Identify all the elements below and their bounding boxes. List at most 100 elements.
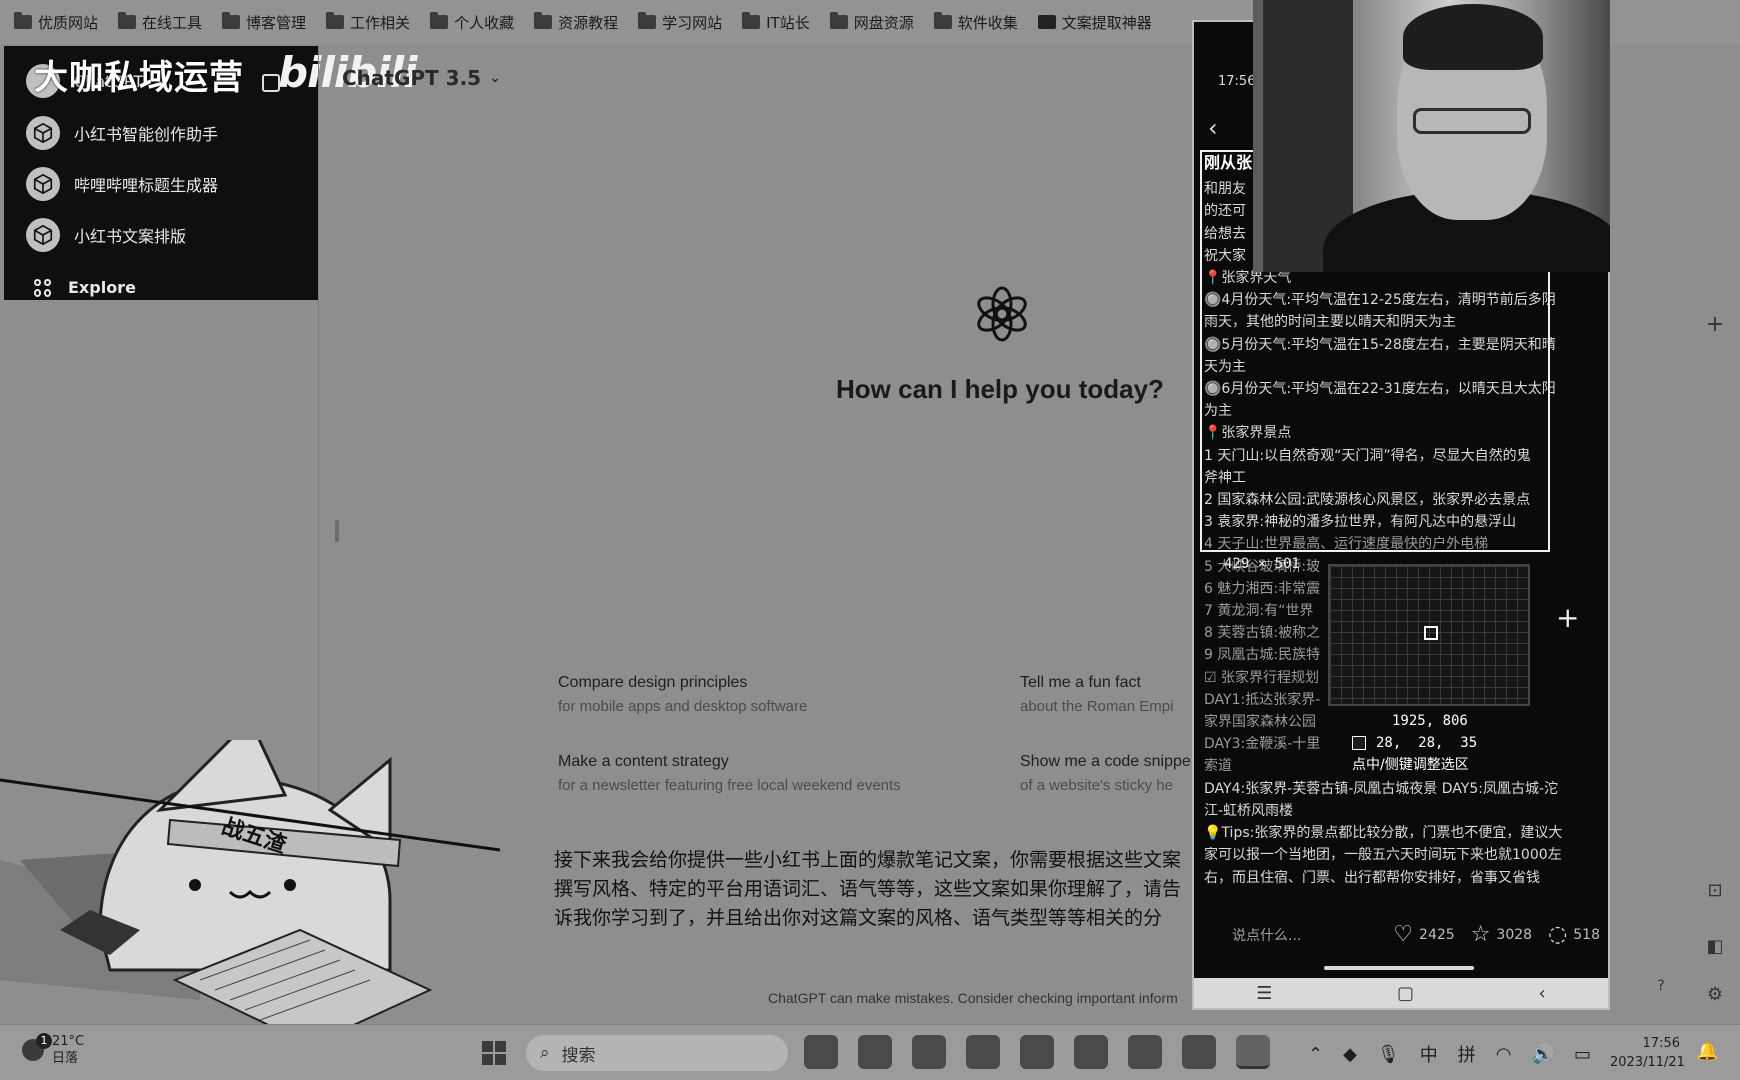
ime-pinyin[interactable]: 拼 bbox=[1458, 1041, 1476, 1067]
sidebar-item-bili-title[interactable]: 哔哩哔哩标题生成器 bbox=[26, 167, 218, 201]
microphone-icon[interactable]: 🎙 bbox=[1377, 1044, 1400, 1065]
suggestion-title: Compare design principles bbox=[558, 674, 748, 691]
bookmark-item[interactable]: 博客管理 bbox=[222, 12, 306, 33]
system-tray: ⌃ ◆ 🎙 中 拼 ◠ 🔊 ▭ bbox=[1308, 1041, 1591, 1067]
bookmark-item[interactable]: IT站长 bbox=[742, 12, 810, 33]
search-placeholder: 搜索 bbox=[561, 1045, 596, 1066]
sidebar-item-xhs-layout[interactable]: 小红书文案排版 bbox=[26, 218, 186, 252]
chevron-down-icon: ⌄ bbox=[489, 70, 501, 86]
edge-browser-icon[interactable] bbox=[1020, 1035, 1054, 1069]
volume-icon[interactable]: 🔊 bbox=[1532, 1044, 1554, 1065]
bookmark-item[interactable]: 学习网站 bbox=[638, 12, 722, 33]
battery-icon[interactable]: ▭ bbox=[1574, 1044, 1591, 1065]
new-chat-icon[interactable] bbox=[262, 74, 280, 92]
suggestion-card[interactable]: Make a content strategy for a newsletter… bbox=[558, 753, 901, 794]
comment-button[interactable]: ◌ 518 bbox=[1548, 922, 1600, 947]
taskbar-clock[interactable]: 17:56 2023/11/21 bbox=[1610, 1034, 1685, 1072]
openai-logo-icon bbox=[977, 286, 1027, 342]
taskbar-app-icon[interactable] bbox=[858, 1035, 892, 1069]
favorite-button[interactable]: ☆ 3028 bbox=[1471, 922, 1532, 947]
model-selector[interactable]: ChatGPT 3.5 ⌄ bbox=[342, 66, 501, 90]
cube-icon bbox=[26, 218, 60, 252]
glasses bbox=[1413, 108, 1531, 134]
weather-widget[interactable]: 1 21°C 日落 bbox=[22, 1033, 84, 1067]
grid-icon bbox=[34, 278, 52, 297]
note-line: DAY4:张家界-芙蓉古镇-凤凰古城夜景 DAY5:凤凰古城-沱 bbox=[1204, 780, 1559, 797]
sidebar-item-xhs-assistant[interactable]: 小红书智能创作助手 bbox=[26, 116, 218, 150]
bookmark-label: IT站长 bbox=[766, 13, 810, 32]
phone-mirror-app-icon[interactable] bbox=[1236, 1035, 1270, 1069]
phone-nav-bar: ☰ ▢ ‹ bbox=[1194, 978, 1608, 1008]
windows-start-icon[interactable] bbox=[482, 1041, 506, 1065]
bookmark-label: 优质网站 bbox=[38, 13, 99, 32]
taskbar-search[interactable]: ⌕ 搜索 bbox=[526, 1035, 788, 1071]
clock-time: 17:56 bbox=[1642, 1036, 1680, 1051]
like-button[interactable]: ♡ 2425 bbox=[1393, 922, 1454, 947]
bookmark-label: 个人收藏 bbox=[454, 13, 515, 32]
taskbar-app-icon[interactable] bbox=[1128, 1035, 1162, 1069]
folder-icon bbox=[222, 12, 241, 29]
folder-icon bbox=[326, 12, 345, 29]
bookmark-label: 资源教程 bbox=[558, 13, 619, 32]
chevron-up-icon[interactable]: ⌃ bbox=[1308, 1044, 1323, 1065]
notification-bell-icon[interactable]: 🔔 bbox=[1696, 1041, 1718, 1062]
note-line: 家可以报一个当地团，一般五六天时间玩下来也就1000左 bbox=[1204, 847, 1562, 864]
suggestion-card[interactable]: Compare design principles for mobile app… bbox=[558, 674, 807, 715]
phone-status-time: 17:56 bbox=[1218, 74, 1256, 89]
explore-label: Explore bbox=[68, 278, 136, 297]
capture-info-panel: 1925, 806 28, 28, 35 点中/侧键调整选区 bbox=[1352, 710, 1477, 776]
sidebar-toggle-handle[interactable] bbox=[335, 520, 339, 542]
bookmark-item[interactable]: 软件收集 bbox=[933, 12, 1018, 33]
back-chevron-icon[interactable]: ‹ bbox=[1539, 983, 1546, 1004]
note-action-bar: 说点什么... ♡ 2425 ☆ 3028 ◌ 518 bbox=[1204, 922, 1600, 947]
sidebar-item-label: 小红书文案排版 bbox=[74, 227, 187, 246]
wifi-icon[interactable]: ◠ bbox=[1496, 1044, 1512, 1065]
bookmark-item[interactable]: 网盘资源 bbox=[829, 12, 914, 33]
comment-input[interactable]: 说点什么... bbox=[1204, 925, 1377, 945]
ime-mode[interactable]: 中 bbox=[1420, 1041, 1438, 1067]
taskbar-app-icon[interactable] bbox=[1074, 1035, 1108, 1069]
favorite-count: 3028 bbox=[1496, 926, 1533, 943]
sidebar-explore[interactable]: Explore bbox=[34, 278, 136, 297]
taskbar-app-icon[interactable] bbox=[804, 1035, 838, 1069]
bookmark-item[interactable]: 文案提取神器 bbox=[1037, 12, 1152, 33]
message-input[interactable]: 接下来我会给你提供一些小红书上面的爆款笔记文案，你需要根据这些文案撰写风格、特定… bbox=[554, 846, 1194, 933]
weather-condition: 日落 bbox=[52, 1051, 79, 1066]
taskbar-app-icon[interactable] bbox=[966, 1035, 1000, 1069]
back-arrow-icon[interactable]: ‹ bbox=[1208, 114, 1218, 142]
suggestion-card[interactable]: Tell me a fun fact about the Roman Empi bbox=[1020, 674, 1173, 715]
menu-icon[interactable]: ☰ bbox=[1256, 983, 1272, 1004]
plus-icon[interactable]: + bbox=[1700, 312, 1730, 337]
gear-icon[interactable]: ⚙ bbox=[1700, 984, 1730, 1005]
folder-icon bbox=[638, 12, 657, 29]
tray-app-icon[interactable]: ◆ bbox=[1343, 1044, 1357, 1065]
suggestion-card[interactable]: Show me a code snippe of a website's sti… bbox=[1020, 753, 1191, 794]
clock-date: 2023/11/21 bbox=[1610, 1055, 1685, 1070]
bookmark-item[interactable]: 在线工具 bbox=[118, 12, 202, 33]
split-view-icon[interactable]: ◧ bbox=[1700, 936, 1730, 957]
brand-watermark: 大咖私域运营 bbox=[34, 58, 244, 98]
folder-icon bbox=[1037, 15, 1056, 29]
help-icon[interactable]: ? bbox=[1646, 978, 1676, 994]
bookmark-item[interactable]: 工作相关 bbox=[326, 12, 410, 33]
bookmark-item[interactable]: 个人收藏 bbox=[430, 12, 514, 33]
webcam-overlay bbox=[1253, 0, 1610, 272]
crosshair-cursor-icon: + bbox=[1556, 601, 1580, 634]
folder-icon bbox=[933, 12, 952, 29]
bookmark-label: 工作相关 bbox=[350, 13, 411, 32]
suggestion-subtitle: about the Roman Empi bbox=[1020, 698, 1174, 715]
taskbar-app-icon[interactable] bbox=[1182, 1035, 1216, 1069]
note-line: 右，而且住宿、门票、出行都帮你安排好，省事又省钱 bbox=[1204, 869, 1540, 886]
note-line: 💡Tips:张家界的景点都比较分散，门票也不便宜，建议大 bbox=[1204, 825, 1563, 842]
cube-icon bbox=[26, 167, 60, 201]
bookmark-item[interactable]: 资源教程 bbox=[534, 12, 618, 33]
screenshot-icon[interactable]: ⊡ bbox=[1700, 880, 1730, 901]
taskbar-app-icon[interactable] bbox=[912, 1035, 946, 1069]
like-count: 2425 bbox=[1419, 926, 1455, 943]
bookmark-label: 学习网站 bbox=[662, 13, 723, 32]
folder-icon bbox=[118, 12, 137, 29]
suggestion-title: Tell me a fun fact bbox=[1020, 674, 1141, 691]
folder-icon bbox=[14, 12, 32, 29]
bookmark-item[interactable]: 优质网站 bbox=[14, 12, 98, 33]
home-square-icon[interactable]: ▢ bbox=[1397, 983, 1414, 1004]
